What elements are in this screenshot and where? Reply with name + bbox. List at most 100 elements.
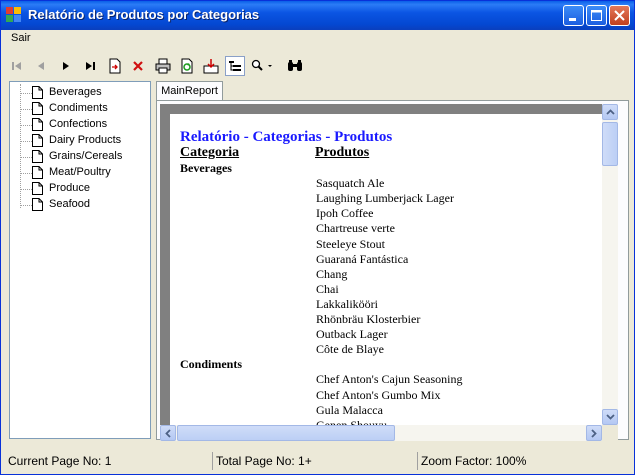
- scrollbar-corner: [602, 425, 618, 441]
- document-icon: [32, 134, 43, 147]
- tree-connector: [20, 205, 32, 206]
- chevron-up-icon: [605, 109, 615, 115]
- product-row: Laughing Lumberjack Lager: [316, 191, 454, 206]
- tree-connector: [20, 93, 32, 94]
- product-row: Chef Anton's Cajun Seasoning: [316, 372, 463, 387]
- close-button[interactable]: [609, 5, 630, 26]
- app-window: Relatório de Produtos por Categorias Sai…: [0, 0, 635, 475]
- print-icon: [155, 58, 171, 74]
- product-row: Rhönbräu Klosterbier: [316, 312, 421, 326]
- document-icon: [32, 182, 43, 195]
- tree-item-produce[interactable]: Produce: [49, 182, 90, 194]
- product-row: Chai: [316, 281, 339, 296]
- document-icon: [32, 166, 43, 179]
- status-current-page: Current Page No: 1: [8, 454, 112, 468]
- window-title: Relatório de Produtos por Categorias: [28, 7, 260, 22]
- app-icon[interactable]: [6, 7, 22, 23]
- scroll-right-button[interactable]: [586, 425, 602, 441]
- category-heading: Condiments: [180, 357, 243, 372]
- product-row: Sasquatch Ale: [316, 176, 385, 191]
- product-row: Chef Anton's Gumbo Mix: [316, 387, 441, 402]
- refresh-button[interactable]: [177, 56, 197, 76]
- last-page-icon: [86, 62, 95, 70]
- product-row: Gula Malacca: [316, 402, 383, 417]
- status-zoom-factor: Zoom Factor: 100%: [417, 452, 631, 470]
- tree-connector: [20, 109, 32, 110]
- product-row: Ipoh Coffee: [316, 206, 374, 221]
- previous-page-button[interactable]: [31, 56, 51, 76]
- status-bar: Current Page No: 1 Total Page No: 1+ Zoo…: [1, 450, 634, 474]
- search-icon: [288, 60, 302, 71]
- column-header-category: Categoria: [180, 145, 240, 160]
- tree-item-confections[interactable]: Confections: [49, 118, 107, 130]
- horizontal-scrollbar[interactable]: [160, 425, 602, 441]
- tree-item-grains-cereals[interactable]: Grains/Cereals: [49, 150, 122, 162]
- chevron-down-icon: [605, 414, 615, 420]
- previous-page-icon: [38, 62, 44, 70]
- scroll-left-button[interactable]: [160, 425, 176, 441]
- first-page-icon: [12, 62, 21, 70]
- tree-connector: [20, 173, 32, 174]
- refresh-icon: [181, 58, 193, 74]
- stop-icon: [133, 61, 143, 71]
- document-icon: [32, 102, 43, 115]
- maximize-button[interactable]: [586, 5, 607, 26]
- chevron-left-icon: [165, 428, 171, 438]
- minimize-icon: [569, 18, 576, 21]
- status-total-pages: Total Page No: 1+: [212, 452, 414, 470]
- export-button[interactable]: [201, 56, 221, 76]
- toggle-group-tree-button[interactable]: [225, 56, 245, 76]
- group-tree[interactable]: Beverages Condiments Confections Dairy Prod…: [9, 81, 151, 439]
- stop-button[interactable]: [128, 56, 148, 76]
- tree-connector: [20, 157, 32, 158]
- next-page-icon: [63, 62, 69, 70]
- export-icon: [203, 59, 219, 74]
- product-row: Lakkalikööri: [316, 296, 378, 311]
- menu-sair[interactable]: Sair: [11, 32, 31, 44]
- zoom-button[interactable]: [250, 56, 278, 76]
- menu-bar: Sair: [1, 30, 634, 47]
- tree-item-beverages[interactable]: Beverages: [49, 86, 102, 98]
- vertical-scrollbar[interactable]: [602, 104, 618, 425]
- maximize-icon: [591, 10, 602, 21]
- product-row: Outback Lager: [316, 327, 388, 342]
- report-title: Relatório - Categorias - Produtos: [180, 129, 393, 145]
- tree-item-condiments[interactable]: Condiments: [49, 102, 108, 114]
- tree-item-dairy-products[interactable]: Dairy Products: [49, 134, 121, 146]
- first-page-button[interactable]: [7, 56, 27, 76]
- horizontal-scroll-thumb[interactable]: [177, 425, 395, 441]
- minimize-button[interactable]: [563, 5, 584, 26]
- report-page: Relatório - Categorias - Produtos Catego…: [170, 114, 602, 425]
- tree-item-seafood[interactable]: Seafood: [49, 198, 90, 210]
- tab-mainreport[interactable]: MainReport: [156, 81, 223, 100]
- product-row: Genen Shouyu: [316, 417, 387, 425]
- zoom-icon: [251, 59, 272, 71]
- product-row: Chartreuse verte: [316, 221, 395, 236]
- vertical-scroll-thumb[interactable]: [602, 122, 618, 166]
- goto-page-icon: [109, 58, 121, 74]
- scroll-up-button[interactable]: [602, 104, 618, 120]
- chevron-right-icon: [591, 428, 597, 438]
- title-bar[interactable]: Relatório de Produtos por Categorias: [1, 1, 634, 30]
- tree-connector: [20, 125, 32, 126]
- tree-item-meat-poultry[interactable]: Meat/Poultry: [49, 166, 111, 178]
- print-button[interactable]: [153, 56, 173, 76]
- document-icon: [32, 118, 43, 131]
- column-header-products: Produtos: [315, 145, 370, 160]
- product-row: Guaraná Fantástica: [316, 251, 409, 266]
- next-page-button[interactable]: [56, 56, 76, 76]
- document-icon: [32, 150, 43, 163]
- document-icon: [32, 86, 43, 99]
- toolbar: [1, 52, 634, 80]
- report-viewer[interactable]: Relatório - Categorias - Produtos Catego…: [160, 104, 602, 425]
- last-page-button[interactable]: [80, 56, 100, 76]
- product-row: Chang: [316, 266, 348, 281]
- search-button[interactable]: [285, 56, 305, 76]
- goto-page-button[interactable]: [105, 56, 125, 76]
- product-row: Côte de Blaye: [316, 342, 384, 357]
- tree-connector: [20, 189, 32, 190]
- category-heading: Beverages: [180, 161, 232, 175]
- tree-connector: [20, 141, 32, 142]
- product-row: Steeleye Stout: [316, 236, 385, 251]
- scroll-down-button[interactable]: [602, 409, 618, 425]
